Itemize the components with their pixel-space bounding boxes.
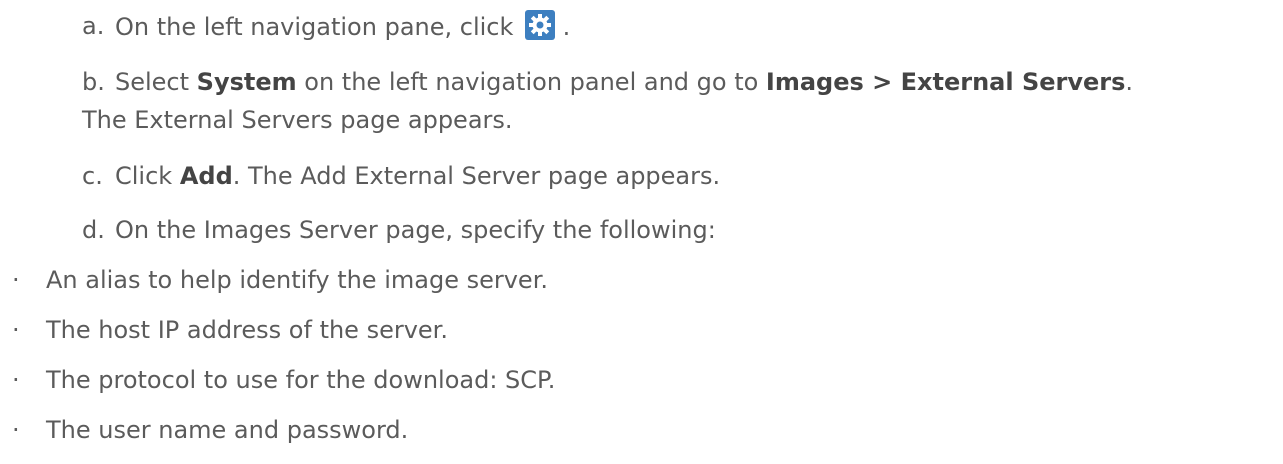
step-text-part: . The Add External Server page appears. bbox=[232, 162, 721, 190]
step-text-before: On the left navigation pane, click bbox=[115, 13, 514, 41]
step-text-part: Click bbox=[115, 162, 180, 190]
list-item-text: The protocol to use for the download: SC… bbox=[46, 366, 556, 394]
list-item-text: An alias to help identify the image serv… bbox=[46, 266, 548, 294]
step-text: Select System on the left navigation pan… bbox=[115, 66, 1133, 98]
step-text: On the Images Server page, specify the f… bbox=[115, 216, 716, 244]
list-item-text: The host IP address of the server. bbox=[46, 316, 448, 344]
button-name-add: Add bbox=[179, 162, 233, 190]
list-item-text: The user name and password. bbox=[46, 416, 409, 444]
step-text: Click Add. The Add External Server page … bbox=[115, 160, 720, 192]
step-text-part: on the left navigation panel and go to bbox=[296, 68, 766, 96]
step-text-part: . bbox=[1125, 68, 1134, 96]
step-marker: d. bbox=[82, 216, 105, 244]
bullet-dot: · bbox=[12, 366, 20, 394]
bullet-dot: · bbox=[12, 266, 20, 294]
menu-name-system: System bbox=[196, 68, 297, 96]
bullet-dot: · bbox=[12, 416, 20, 444]
step-text-continuation: The External Servers page appears. bbox=[82, 106, 513, 134]
bullet-dot: · bbox=[12, 316, 20, 344]
gear-icon bbox=[525, 10, 556, 40]
step-text: On the left navigation pane, click . bbox=[115, 10, 570, 43]
step-text-part: Select bbox=[115, 68, 197, 96]
step-marker: a. bbox=[82, 12, 105, 40]
step-marker: c. bbox=[82, 162, 103, 190]
step-marker: b. bbox=[82, 68, 105, 96]
step-text-after: . bbox=[562, 13, 571, 41]
menu-path-images-external-servers: Images > External Servers bbox=[765, 68, 1126, 96]
